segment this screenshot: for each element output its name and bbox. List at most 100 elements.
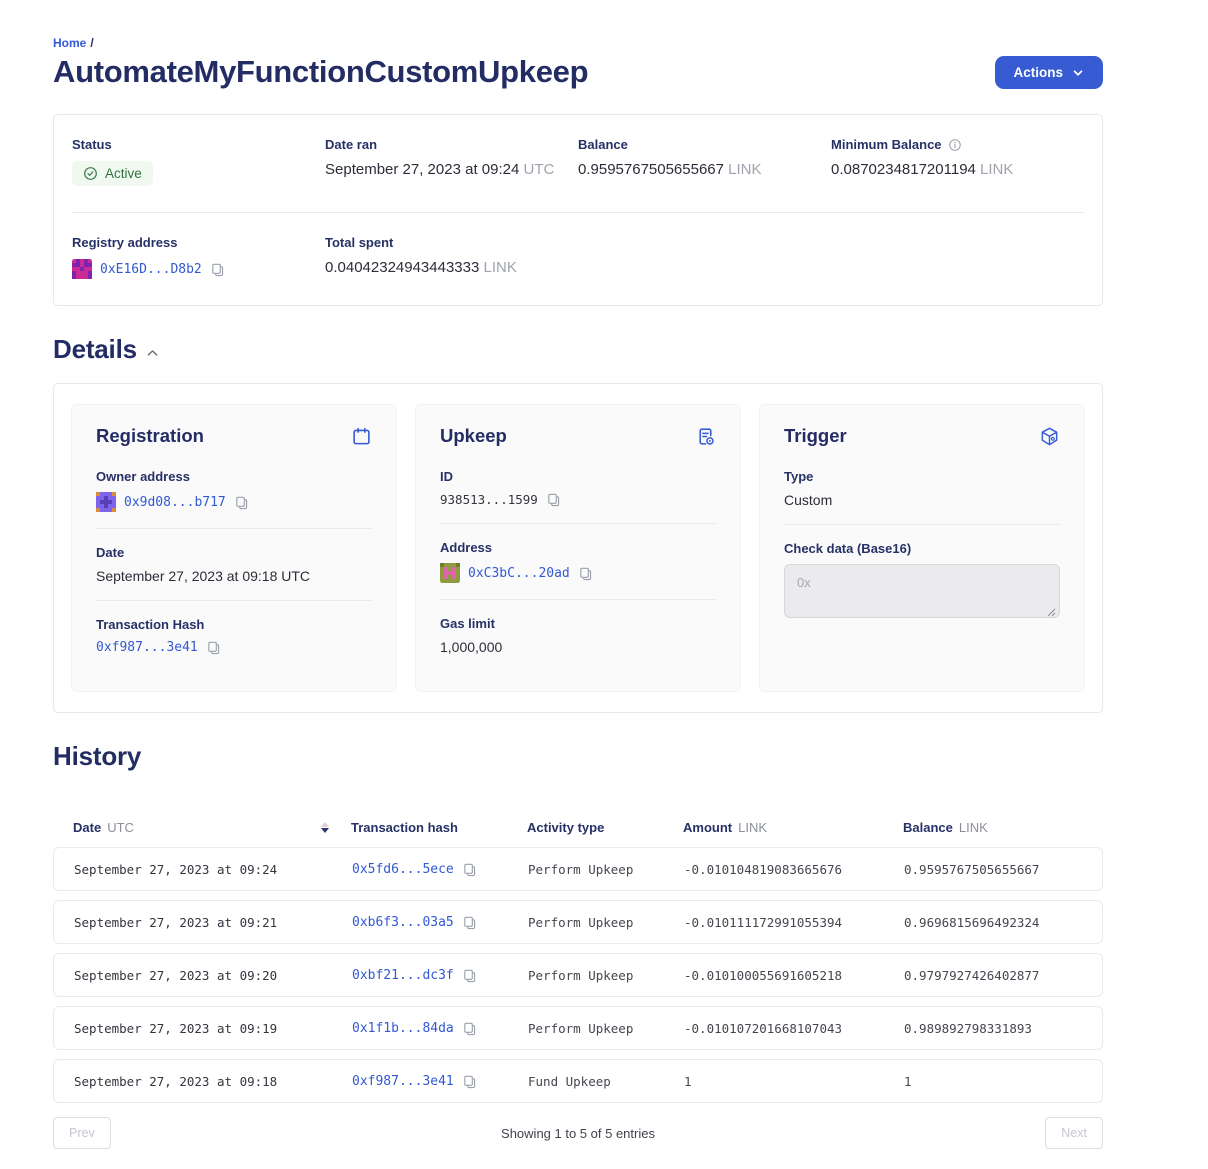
copy-icon[interactable] xyxy=(578,566,593,581)
copy-icon[interactable] xyxy=(462,968,477,983)
owner-address-label: Owner address xyxy=(96,469,372,484)
trigger-type-label: Type xyxy=(784,469,1060,484)
trigger-card: Trigger Type Custom Check data (Base16) xyxy=(759,404,1085,692)
row-activity: Perform Upkeep xyxy=(528,1021,684,1036)
history-heading: History xyxy=(53,741,1103,772)
column-header-date[interactable]: Date UTC xyxy=(73,820,351,835)
check-circle-icon xyxy=(83,166,98,181)
registry-address-label: Registry address xyxy=(72,235,325,250)
info-icon[interactable] xyxy=(948,138,962,152)
document-gear-icon xyxy=(695,426,716,447)
status-label: Status xyxy=(72,137,325,152)
upkeep-id-field: ID 938513...1599 xyxy=(440,463,716,521)
table-row: September 27, 2023 at 09:20 0xbf21...dc3… xyxy=(53,953,1103,997)
column-header-tx: Transaction hash xyxy=(351,820,527,835)
status-value: Active xyxy=(105,166,142,181)
upkeep-address-identicon xyxy=(440,563,460,583)
gas-limit-label: Gas limit xyxy=(440,616,716,631)
copy-icon[interactable] xyxy=(462,915,477,930)
card-divider xyxy=(440,599,716,600)
upkeep-title: Upkeep xyxy=(440,425,507,447)
total-spent-value: 0.04042324943443333 xyxy=(325,259,479,276)
row-balance: 0.9595767505655667 xyxy=(904,862,1082,877)
owner-address-link[interactable]: 0x9d08...b717 xyxy=(124,495,226,510)
table-row: September 27, 2023 at 09:21 0xb6f3...03a… xyxy=(53,900,1103,944)
total-spent-label: Total spent xyxy=(325,235,578,250)
row-date: September 27, 2023 at 09:19 xyxy=(74,1021,352,1036)
row-balance: 0.989892798331893 xyxy=(904,1021,1082,1036)
balance-value: 0.9595767505655667 xyxy=(578,161,724,178)
registration-date-field: Date September 27, 2023 at 09:18 UTC xyxy=(96,539,372,598)
row-date: September 27, 2023 at 09:18 xyxy=(74,1074,352,1089)
registration-tx-field: Transaction Hash 0xf987...3e41 xyxy=(96,611,372,669)
check-data-input[interactable] xyxy=(784,564,1060,618)
registration-tx-link[interactable]: 0xf987...3e41 xyxy=(96,640,198,655)
column-header-activity: Activity type xyxy=(527,820,683,835)
registration-tx-label: Transaction Hash xyxy=(96,617,372,632)
upkeep-detail-page: Home/ AutomateMyFunctionCustomUpkeep Act… xyxy=(0,0,1208,1169)
min-balance-value: 0.0870234817201194 xyxy=(831,161,976,178)
min-balance-field: Minimum Balance 0.0870234817201194 LINK xyxy=(831,137,1084,186)
breadcrumb: Home/ xyxy=(53,36,1103,50)
cube-icon xyxy=(1039,426,1060,447)
summary-card: Status Active Date ran September 27, 202… xyxy=(53,114,1103,306)
history-table-header: Date UTC Transaction hash Activity type … xyxy=(53,807,1103,847)
status-field: Status Active xyxy=(72,137,325,186)
pagination: Prev Showing 1 to 5 of 5 entries Next xyxy=(53,1117,1103,1169)
registration-card: Registration Owner address 0x9d08...b717 xyxy=(71,404,397,692)
row-activity: Perform Upkeep xyxy=(528,968,684,983)
chevron-up-icon[interactable] xyxy=(147,349,158,357)
next-button[interactable]: Next xyxy=(1045,1117,1103,1149)
upkeep-card: Upkeep ID 938513...1599 A xyxy=(415,404,741,692)
card-divider xyxy=(440,523,716,524)
copy-icon[interactable] xyxy=(546,492,561,507)
copy-icon[interactable] xyxy=(462,862,477,877)
upkeep-address-label: Address xyxy=(440,540,716,555)
date-ran-field: Date ran September 27, 2023 at 09:24 UTC xyxy=(325,137,578,186)
row-tx-link[interactable]: 0x5fd6...5ece xyxy=(352,862,454,877)
min-balance-unit: LINK xyxy=(980,161,1013,178)
copy-icon[interactable] xyxy=(462,1074,477,1089)
trigger-type-field: Type Custom xyxy=(784,463,1060,522)
row-balance: 1 xyxy=(904,1074,1082,1089)
check-data-field: Check data (Base16) xyxy=(784,535,1060,637)
status-badge: Active xyxy=(72,161,153,186)
registry-identicon xyxy=(72,259,92,279)
registry-address-link[interactable]: 0xE16D...D8b2 xyxy=(100,262,202,277)
total-spent-unit: LINK xyxy=(484,259,517,276)
breadcrumb-home-link[interactable]: Home xyxy=(53,36,86,50)
upkeep-address-field: Address 0xC3bC...20ad xyxy=(440,534,716,597)
copy-icon[interactable] xyxy=(462,1021,477,1036)
row-date: September 27, 2023 at 09:21 xyxy=(74,915,352,930)
actions-button[interactable]: Actions xyxy=(995,56,1103,89)
check-data-label: Check data (Base16) xyxy=(784,541,1060,556)
row-tx-link[interactable]: 0xb6f3...03a5 xyxy=(352,915,454,930)
row-tx-link[interactable]: 0xf987...3e41 xyxy=(352,1074,454,1089)
row-date: September 27, 2023 at 09:20 xyxy=(74,968,352,983)
row-balance: 0.9797927426402877 xyxy=(904,968,1082,983)
row-tx-link[interactable]: 0x1f1b...84da xyxy=(352,1021,454,1036)
row-activity: Fund Upkeep xyxy=(528,1074,684,1089)
row-tx-link[interactable]: 0xbf21...dc3f xyxy=(352,968,454,983)
pagination-summary: Showing 1 to 5 of 5 entries xyxy=(111,1126,1046,1141)
copy-icon[interactable] xyxy=(206,640,221,655)
details-panel: Registration Owner address 0x9d08...b717 xyxy=(53,383,1103,713)
sort-arrows-icon[interactable] xyxy=(321,822,329,833)
upkeep-id-value: 938513...1599 xyxy=(440,492,538,507)
row-amount: -0.010100055691605218 xyxy=(684,968,904,983)
copy-icon[interactable] xyxy=(210,262,225,277)
total-spent-field: Total spent 0.04042324943443333 LINK xyxy=(325,235,578,279)
calendar-icon xyxy=(351,426,372,447)
prev-button[interactable]: Prev xyxy=(53,1117,111,1149)
row-amount: -0.010104819083665676 xyxy=(684,862,904,877)
row-date: September 27, 2023 at 09:24 xyxy=(74,862,352,877)
card-divider xyxy=(96,528,372,529)
registration-date-value: September 27, 2023 at 09:18 UTC xyxy=(96,568,372,584)
row-activity: Perform Upkeep xyxy=(528,862,684,877)
upkeep-address-link[interactable]: 0xC3bC...20ad xyxy=(468,566,570,581)
copy-icon[interactable] xyxy=(234,495,249,510)
table-row: September 27, 2023 at 09:18 0xf987...3e4… xyxy=(53,1059,1103,1103)
page-header: AutomateMyFunctionCustomUpkeep Actions xyxy=(53,54,1103,90)
registration-title: Registration xyxy=(96,425,204,447)
trigger-type-value: Custom xyxy=(784,492,1060,508)
